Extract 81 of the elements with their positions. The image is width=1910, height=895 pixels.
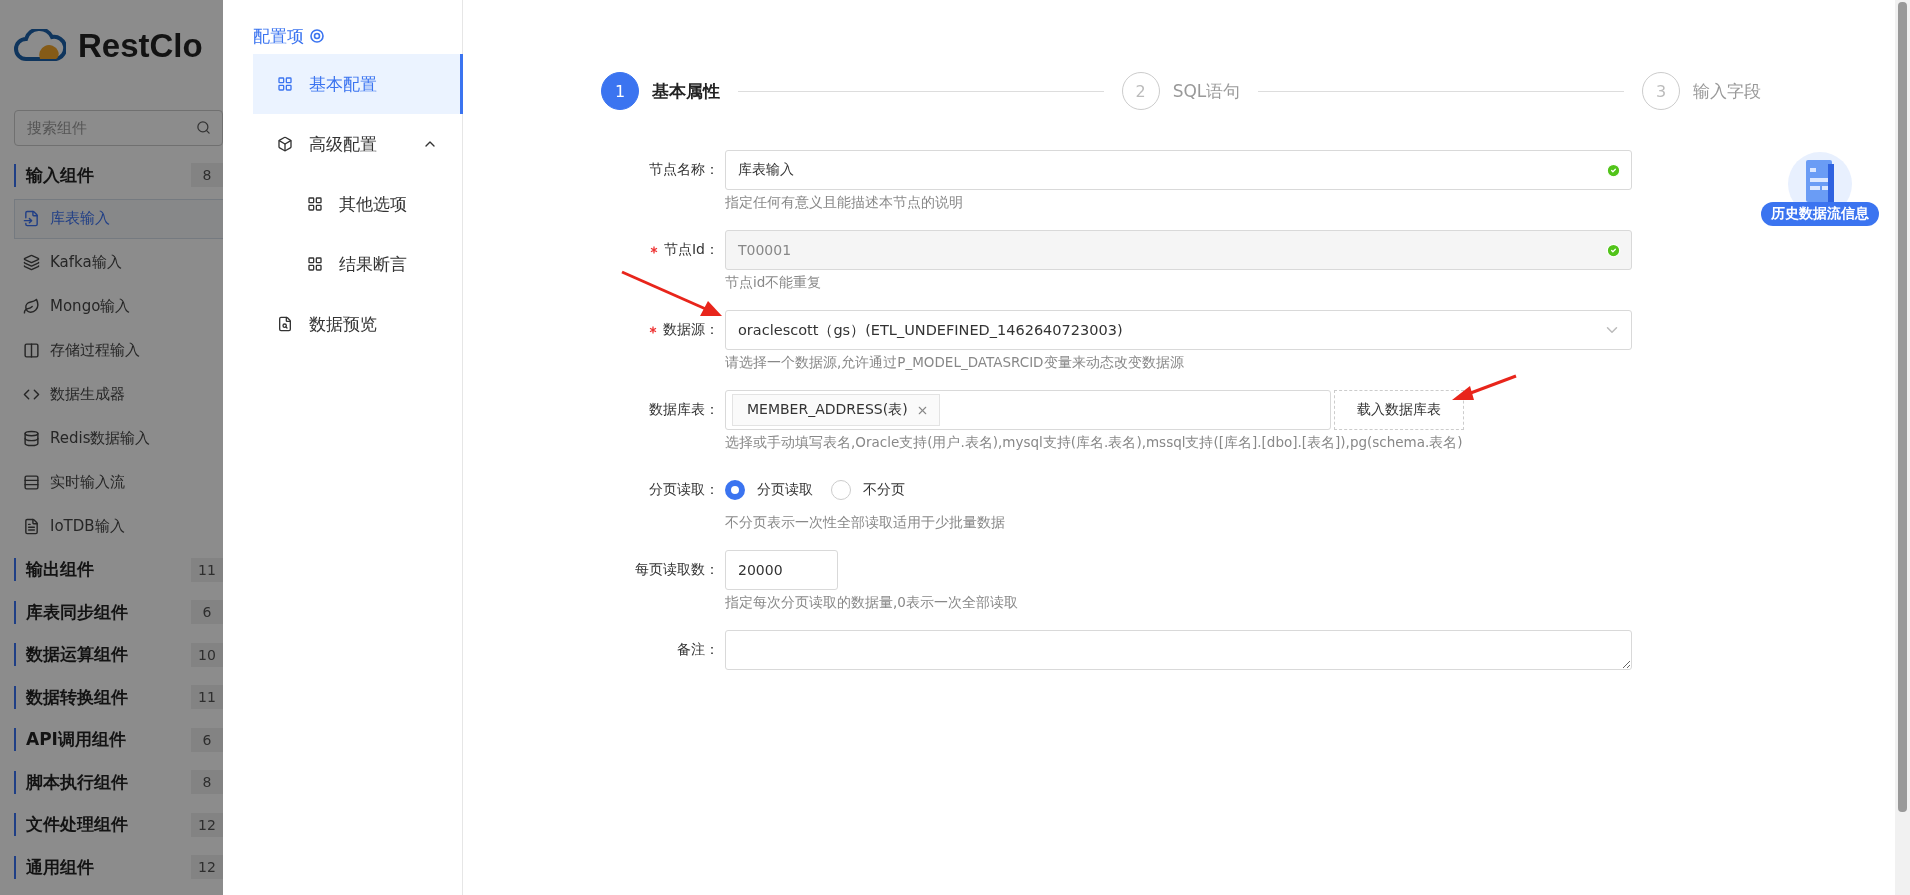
preview-icon [277,316,293,332]
search-icon[interactable] [196,120,211,135]
component-item[interactable]: 实时输入流 [14,462,223,503]
logo-text: RestClo [78,27,203,65]
grid-icon [307,256,323,272]
count-badge: 12 [191,812,223,837]
radio-label: 分页读取 [757,481,813,499]
count-badge: 10 [191,642,223,667]
history-badge[interactable]: 历史数据流信息 [1761,202,1879,226]
grid-icon [277,76,293,92]
group-title[interactable]: 输出组件 [14,558,94,582]
step-label[interactable]: 基本属性 [652,79,720,103]
group-title[interactable]: 通用组件 [14,855,94,879]
scrollbar-thumb[interactable] [1898,2,1907,812]
count-badge: 8 [191,163,223,188]
radio-button[interactable] [725,480,745,500]
count-badge: 8 [191,770,223,795]
group-title[interactable]: API调用组件 [14,728,126,752]
component-item[interactable]: Mongo输入 [14,286,223,327]
component-item[interactable]: Kafka输入 [14,242,223,283]
cloud-logo-icon [14,29,66,63]
columns-icon [23,342,40,359]
field-label: 数据库表： [648,400,719,419]
count-badge: 6 [191,727,223,752]
help-text: 指定每次分页读取的数据量,0表示一次全部读取 [725,593,1019,612]
help-text: 选择或手动填写表名,Oracle支持(用户.表名),mysql支持(库名.表名),mssql支持([库名].[dbo].[表名]),pg(schema.表名) [725,433,1464,452]
notes-field[interactable] [725,630,1632,670]
radio-label: 不分页 [863,481,905,499]
component-item[interactable]: 库表输入 [14,198,223,239]
nav-item[interactable]: 数据预览 [253,294,463,354]
section-title: 配置项 [253,24,304,48]
nav-item[interactable]: 结果断言 [253,234,463,294]
text-field[interactable]: 库表输入 [725,150,1632,190]
field-label: 节点名称： [648,160,719,179]
nav-item[interactable]: 基本配置 [253,54,463,114]
load-tables-button[interactable]: 载入数据库表 [1334,390,1464,430]
required-icon [649,326,657,334]
group-title[interactable]: 数据运算组件 [14,643,128,667]
help-text: 请选择一个数据源,允许通过P_MODEL_DATASRCID变量来动态改变数据源 [725,353,1185,372]
component-item[interactable]: Redis数据输入 [14,418,223,459]
cube-icon [277,136,293,152]
group-title[interactable]: 库表同步组件 [14,600,128,624]
tag-field[interactable]: MEMBER_ADDRESS(表) [725,390,1331,430]
field-label: 备注： [676,640,719,659]
select-field[interactable]: oraclescott（gs）(ETL_UNDEFINED_1462640723003) [725,310,1632,350]
step-label[interactable]: SQL语句 [1172,79,1241,103]
count-badge: 11 [191,685,223,710]
file-input-icon [23,210,40,227]
tag: MEMBER_ADDRESS(表) [732,394,940,426]
help-text: 不分页表示一次性全部读取适用于少批量数据 [725,513,1006,532]
leaf-icon [23,298,40,315]
step-label[interactable]: 输入字段 [1693,79,1761,103]
nav-item[interactable]: 其他选项 [253,174,463,234]
count-badge: 12 [191,855,223,880]
field-label: 每页读取数： [634,560,719,579]
field-label: 数据源： [601,310,719,350]
grid-icon [307,196,323,212]
count-badge: 11 [191,557,223,582]
group-title[interactable]: 数据转换组件 [14,685,128,709]
field-label: 节点Id： [601,230,719,270]
layers-icon [23,254,40,271]
help-text: 指定任何有意义且能描述本节点的说明 [725,193,964,212]
field-label: 分页读取： [648,480,719,499]
component-item[interactable]: IoTDB输入 [14,506,223,547]
help-text: 节点id不能重复 [725,273,823,292]
number-field[interactable]: 20000 [725,550,838,590]
radio-button[interactable] [831,480,851,500]
target-icon [310,29,324,43]
rows-icon [23,474,40,491]
group-title[interactable]: 文件处理组件 [14,813,128,837]
component-item[interactable]: 存储过程输入 [14,330,223,371]
component-item[interactable]: 数据生成器 [14,374,223,415]
required-icon [650,246,658,254]
step-number[interactable]: 1 [601,72,639,110]
database-icon [23,430,40,447]
arrow-drawing [1452,374,1517,400]
group-title[interactable]: 脚本执行组件 [14,770,128,794]
group-title[interactable]: 输入组件 [14,163,94,187]
count-badge: 6 [191,600,223,625]
document-icon [23,518,40,535]
nav-item[interactable]: 高级配置 [253,114,463,174]
